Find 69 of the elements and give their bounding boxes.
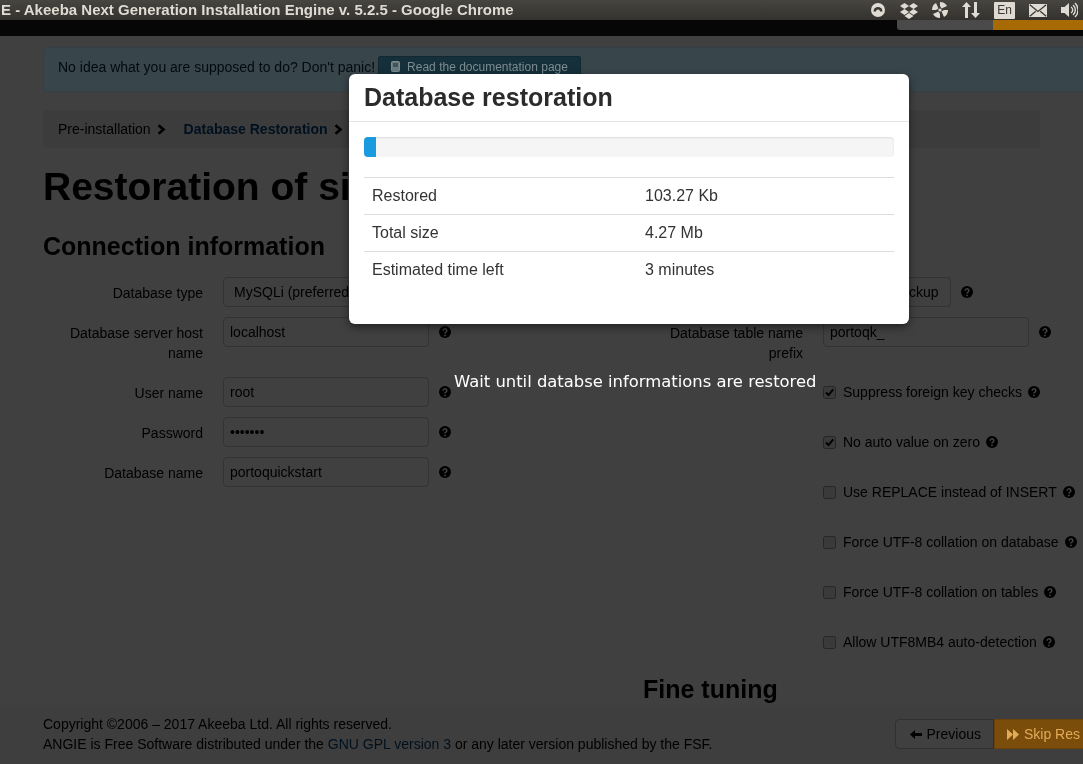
disc-icon[interactable] (870, 2, 887, 18)
checkbox[interactable] (823, 385, 836, 399)
checkbox-label: No auto value on zero (843, 433, 980, 452)
breadcrumb-link[interactable]: Database Restoration (183, 119, 328, 139)
dialog-title: Database restoration (364, 84, 614, 111)
envelope-icon[interactable] (1029, 3, 1047, 17)
swirl-icon[interactable] (932, 2, 949, 18)
table-cell-text: 4.27 Mb (644, 223, 704, 243)
table-cell-text: Estimated time left (371, 260, 505, 280)
chevron-icon (156, 123, 166, 135)
checkbox-label: Force UTF-8 collation on database (843, 533, 1059, 552)
checkbox[interactable] (823, 585, 836, 599)
text-field[interactable]: localhost (223, 317, 429, 347)
book-icon (391, 61, 401, 72)
diamonds-icon[interactable] (900, 1, 919, 19)
section-heading: Connection information (43, 231, 325, 261)
checkbox[interactable] (823, 435, 836, 449)
speaker-icon[interactable] (1061, 2, 1078, 18)
arrow-left-icon (909, 728, 922, 740)
checkbox[interactable] (823, 635, 836, 649)
help-icon[interactable] (439, 466, 451, 478)
breadcrumb-link[interactable]: Pre-installation (58, 119, 151, 139)
banner-text: No idea what you are supposed to do? Don't panic! (58, 58, 376, 77)
table-cell-text: 103.27 Kb (644, 186, 719, 206)
checkbox-label: Use REPLACE instead of INSERT (843, 483, 1057, 502)
checkbox-label: Suppress foreign key checks (843, 383, 1022, 402)
help-icon[interactable] (960, 286, 973, 298)
field-label: Database server host name (68, 324, 203, 363)
checkbox-label: Force UTF-8 collation on tables (843, 583, 1039, 602)
form-button[interactable]: ckup (909, 277, 951, 307)
checkbox-label: Allow UTF8MB4 auto-detection (843, 633, 1037, 652)
field-label: Database table name prefix (668, 324, 803, 363)
section-heading: Fine tuning (643, 677, 778, 702)
checkbox[interactable] (823, 485, 836, 499)
field-label: User name (133, 384, 203, 403)
help-icon[interactable] (1028, 386, 1040, 398)
help-icon[interactable] (986, 436, 998, 448)
help-icon[interactable] (1044, 586, 1057, 598)
text-field[interactable]: root (223, 377, 429, 407)
field-label: Database type (111, 284, 203, 303)
help-icon[interactable] (1064, 536, 1077, 548)
table-cell-text: 3 minutes (644, 260, 716, 280)
table-cell-text: Total size (371, 223, 440, 243)
license-link[interactable]: GNU GPL version 3 (327, 736, 451, 752)
page-title: Restoration of si (43, 165, 351, 209)
up-down-arrows-icon[interactable] (962, 2, 981, 18)
status-message: Wait until databse informations are restored (454, 371, 817, 393)
previous-button[interactable]: Previous (894, 719, 994, 749)
help-icon[interactable] (439, 426, 451, 438)
skip-button[interactable]: Skip Res (994, 719, 1083, 749)
fast-forward-icon (1007, 728, 1019, 740)
help-icon[interactable] (1062, 486, 1075, 498)
documentation-button[interactable]: Read the documentation page (378, 56, 581, 74)
keyboard-layout-indicator[interactable]: En (994, 1, 1015, 19)
help-icon[interactable] (1042, 636, 1055, 648)
field-label: Password (140, 424, 203, 443)
copyright-text: Copyright ©2006 – 2017 Akeeba Ltd. All rights reserved. (43, 715, 393, 734)
checkbox[interactable] (823, 535, 836, 549)
table-cell-text: Restored (371, 186, 438, 206)
help-icon[interactable] (1039, 326, 1051, 338)
select-field[interactable]: MySQLi (preferred (223, 277, 350, 307)
chevron-icon (333, 123, 343, 135)
license-text: ANGIE is Free Software distributed under the GNU GPL version 3 or any later version published by the FSF. (43, 735, 713, 754)
text-field[interactable]: portoquickstart (223, 457, 429, 487)
help-icon[interactable] (439, 326, 451, 338)
password-field[interactable]: ••••••• (223, 417, 429, 447)
help-icon[interactable] (439, 386, 451, 398)
field-label: Database name (103, 464, 203, 483)
window-title: E - Akeeba Next Generation Installation Engine v. 5.2.5 - Google Chrome (0, 0, 514, 20)
